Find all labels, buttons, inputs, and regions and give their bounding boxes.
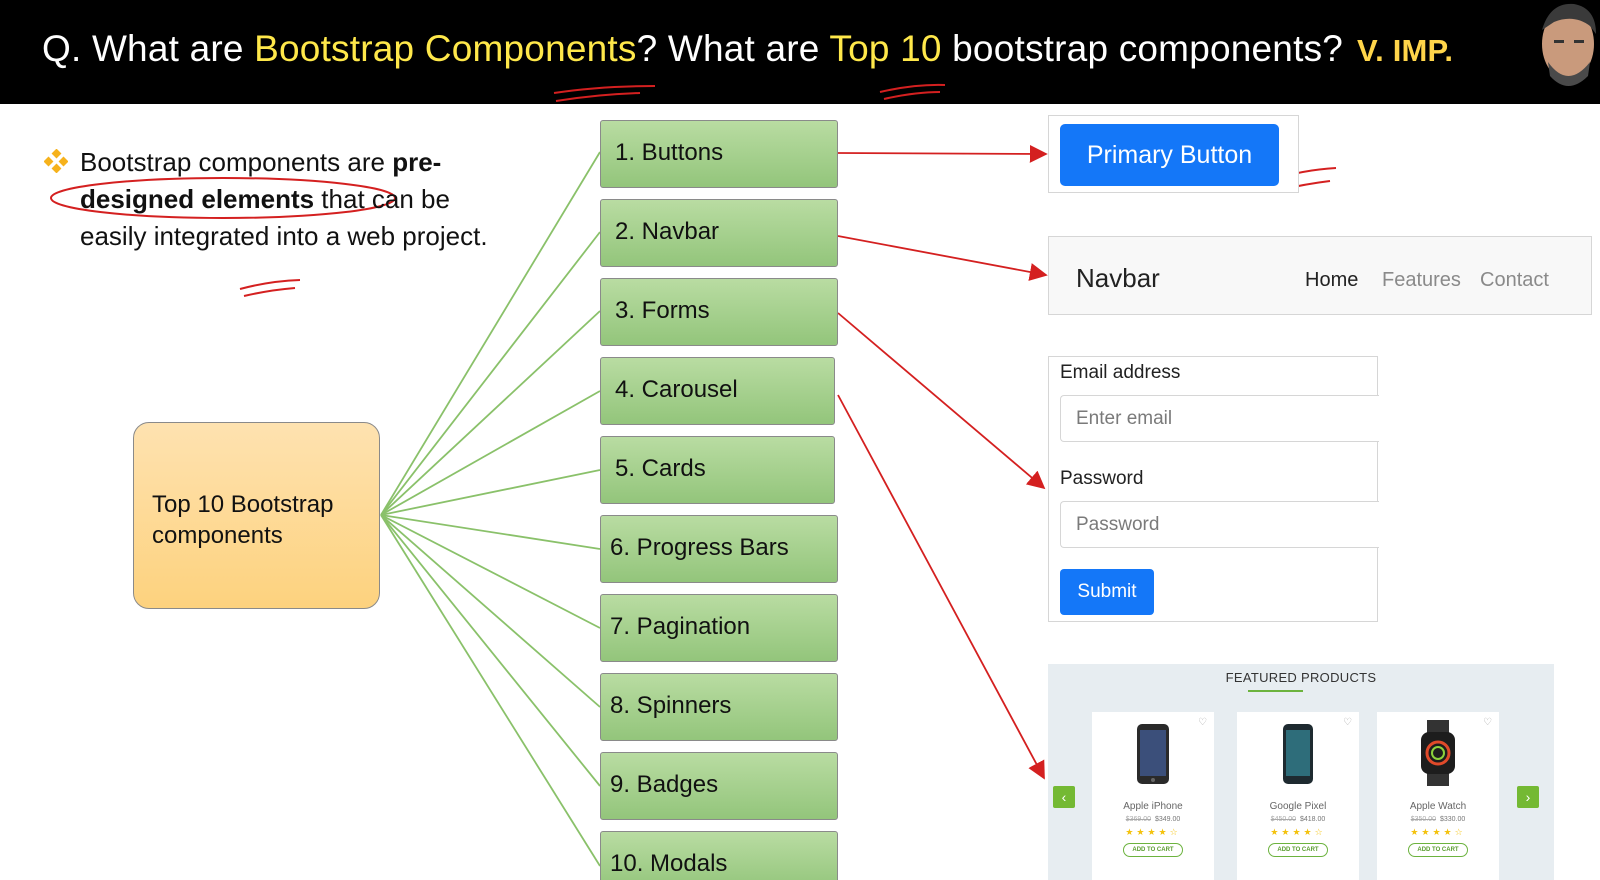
component-modals: 10. Modals xyxy=(600,831,838,880)
component-carousel: 4. Carousel xyxy=(600,357,835,425)
product-price: $450.00 $418.00 xyxy=(1237,816,1359,823)
submit-button[interactable]: Submit xyxy=(1060,569,1154,615)
product-card[interactable]: ♡ Google Pixel $450.00 $418.00 ★★★★☆ ADD … xyxy=(1237,712,1359,880)
carousel-demo: FEATURED PRODUCTS ‹ › ♡ Apple iPhone $36… xyxy=(1048,664,1554,880)
product-new-price: $330.00 xyxy=(1440,816,1466,823)
product-price: $369.00 $349.00 xyxy=(1092,816,1214,823)
product-new-price: $418.00 xyxy=(1300,816,1326,823)
product-old-price: $369.00 xyxy=(1125,816,1151,823)
product-name: Apple Watch xyxy=(1409,801,1467,812)
top10-center-box: Top 10 Bootstrap components xyxy=(133,422,380,609)
question-suffix: bootstrap components? xyxy=(941,28,1344,69)
email-input[interactable]: Enter email xyxy=(1060,395,1379,442)
nav-link-features[interactable]: Features xyxy=(1382,269,1461,292)
watch-image xyxy=(1421,720,1455,786)
email-label: Email address xyxy=(1060,362,1181,383)
product-old-price: $350.00 xyxy=(1410,816,1436,823)
add-to-cart-button[interactable]: ADD TO CART xyxy=(1123,843,1183,857)
navbar-brand[interactable]: Navbar xyxy=(1076,263,1160,294)
navbar-demo: Navbar Home Features Contact xyxy=(1048,236,1592,315)
question-prefix: Q. What are xyxy=(42,28,255,69)
component-navbar: 2. Navbar xyxy=(600,199,838,267)
header-bar: Q. What are Bootstrap Components? What a… xyxy=(0,0,1600,104)
carousel-title: FEATURED PRODUCTS xyxy=(1225,670,1377,685)
password-input[interactable]: Password xyxy=(1060,501,1379,548)
carousel-title-underline xyxy=(1248,690,1303,692)
component-cards: 5. Cards xyxy=(600,436,835,504)
product-card[interactable]: ♡ Apple Watch $350.00 $330.00 ★★★★☆ ADD T… xyxy=(1377,712,1499,880)
add-to-cart-button[interactable]: ADD TO CART xyxy=(1268,843,1328,857)
question-highlight-components: Bootstrap Components xyxy=(254,28,637,69)
product-old-price: $450.00 xyxy=(1270,816,1296,823)
product-new-price: $349.00 xyxy=(1155,816,1181,823)
product-price: $350.00 $330.00 xyxy=(1377,816,1499,823)
importance-badge: V. IMP. xyxy=(1357,33,1454,68)
presenter-avatar xyxy=(1530,0,1600,96)
add-to-cart-button[interactable]: ADD TO CART xyxy=(1408,843,1468,857)
question-middle: ? What are xyxy=(636,28,830,69)
carousel-next-icon[interactable]: › xyxy=(1517,786,1539,808)
question-highlight-top10: Top 10 xyxy=(829,28,942,69)
red-arrows xyxy=(837,144,1048,780)
carousel-prev-icon[interactable]: ‹ xyxy=(1053,786,1075,808)
definition-text: Bootstrap components are pre-designed el… xyxy=(80,144,490,255)
question-title: Q. What are Bootstrap Components? What a… xyxy=(42,28,1453,70)
nav-link-home[interactable]: Home xyxy=(1305,269,1358,292)
iphone-image xyxy=(1137,724,1169,784)
form-demo: Email address Enter email Password Passw… xyxy=(1048,356,1379,622)
component-badges: 9. Badges xyxy=(600,752,838,820)
rating-stars: ★★★★☆ xyxy=(1125,827,1181,837)
pixel-image xyxy=(1283,724,1313,784)
rating-stars: ★★★★☆ xyxy=(1270,827,1326,837)
primary-button[interactable]: Primary Button xyxy=(1060,124,1279,186)
green-fan-lines xyxy=(380,151,601,867)
product-name: Google Pixel xyxy=(1269,801,1327,812)
product-name: Apple iPhone xyxy=(1123,801,1183,812)
product-card[interactable]: ♡ Apple iPhone $369.00 $349.00 ★★★★☆ ADD … xyxy=(1092,712,1214,880)
rating-stars: ★★★★☆ xyxy=(1410,827,1466,837)
nav-link-contact[interactable]: Contact xyxy=(1480,269,1549,292)
component-spinners: 8. Spinners xyxy=(600,673,838,741)
diamond-bullet-icon xyxy=(44,149,68,173)
password-label: Password xyxy=(1060,468,1144,489)
component-progress-bars: 6. Progress Bars xyxy=(600,515,838,583)
definition-intro: Bootstrap components are xyxy=(80,147,393,177)
component-buttons: 1. Buttons xyxy=(600,120,838,188)
component-pagination: 7. Pagination xyxy=(600,594,838,662)
component-forms: 3. Forms xyxy=(600,278,838,346)
